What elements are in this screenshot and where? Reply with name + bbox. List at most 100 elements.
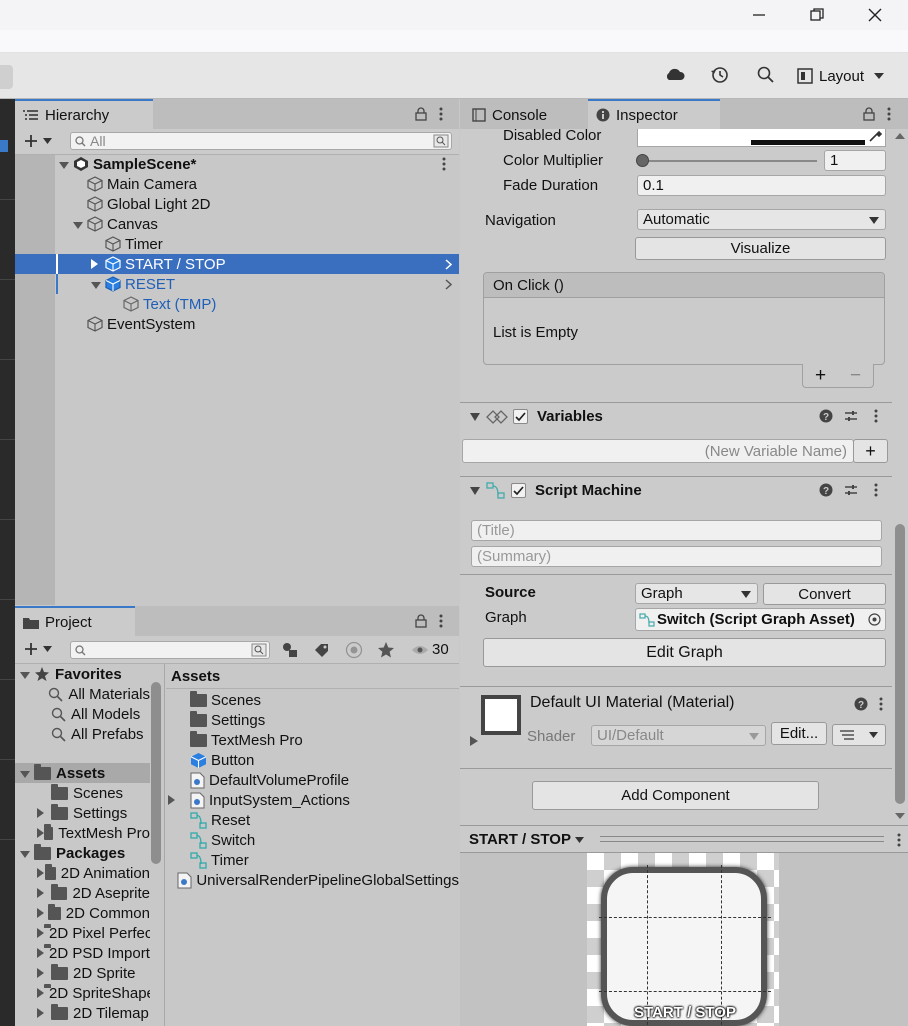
project-tree-item[interactable]: All Models	[15, 704, 150, 724]
expand-arrow-icon[interactable]	[37, 825, 44, 842]
add-component-button[interactable]: Add Component	[532, 781, 819, 810]
script-machine-component-header[interactable]: Script Machine ?	[460, 476, 892, 504]
project-tree-item[interactable]: TextMesh Pro	[15, 823, 150, 843]
project-tree-item[interactable]: 2D Pixel Perfect	[15, 923, 150, 943]
hierarchy-scene-row[interactable]: SampleScene*	[15, 154, 459, 174]
expand-arrow-icon[interactable]	[37, 1005, 51, 1022]
expand-arrow-icon[interactable]	[37, 945, 44, 962]
project-tree-item[interactable]: All Prefabs	[15, 724, 150, 744]
shader-dropdown[interactable]: UI/Default	[591, 725, 766, 746]
project-tree-item[interactable]: 2D Tilemap	[15, 1003, 150, 1023]
open-prefab-chevron-icon[interactable]	[445, 259, 452, 270]
create-dropdown[interactable]	[23, 641, 52, 657]
graph-object-field[interactable]: Switch (Script Graph Asset)	[635, 608, 886, 631]
lock-icon[interactable]	[863, 107, 875, 121]
edit-graph-button[interactable]: Edit Graph	[483, 638, 886, 667]
script-machine-enabled-checkbox[interactable]	[511, 483, 526, 498]
filter-by-type-icon[interactable]	[281, 642, 299, 658]
expand-arrow-icon[interactable]	[37, 805, 51, 822]
project-tree-item[interactable]: All Materials	[15, 684, 150, 704]
hierarchy-row[interactable]: START / STOP	[15, 254, 459, 274]
convert-button[interactable]: Convert	[763, 583, 886, 605]
navigation-dropdown[interactable]: Automatic	[637, 209, 886, 230]
kebab-menu-icon[interactable]	[897, 833, 901, 847]
project-tree-item[interactable]: Assets	[15, 763, 150, 783]
add-variable-button[interactable]: +	[853, 439, 888, 463]
toolbar-left-tab[interactable]	[0, 65, 13, 89]
project-asset-item[interactable]: Settings	[166, 710, 459, 730]
search-scope-icon[interactable]	[345, 641, 363, 659]
hierarchy-row[interactable]: Global Light 2D	[15, 194, 459, 214]
hierarchy-search-input[interactable]: All	[70, 132, 452, 150]
layout-dropdown[interactable]: Layout	[797, 64, 897, 88]
collapse-arrow-icon[interactable]	[20, 666, 34, 683]
help-icon[interactable]: ?	[819, 483, 833, 497]
kebab-menu-icon[interactable]	[879, 697, 883, 711]
color-multiplier-slider-thumb[interactable]	[636, 154, 649, 167]
color-multiplier-input[interactable]: 1	[824, 150, 886, 171]
hidden-packages-toggle[interactable]: 30	[411, 641, 449, 658]
project-tree-item[interactable]: 2D PSD Importer	[15, 943, 150, 963]
tab-project[interactable]: Project	[15, 606, 135, 636]
collapse-arrow-icon[interactable]	[20, 765, 34, 782]
kebab-menu-icon[interactable]	[439, 107, 443, 121]
restore-icon[interactable]	[808, 6, 826, 24]
expand-arrow-icon[interactable]	[37, 885, 51, 902]
project-asset-item[interactable]: Scenes	[166, 690, 459, 710]
source-dropdown[interactable]: Graph	[635, 583, 758, 604]
project-tree-item[interactable]: 2D Animation	[15, 863, 150, 883]
lock-icon[interactable]	[415, 614, 427, 628]
project-search-input[interactable]	[70, 641, 270, 659]
tab-inspector[interactable]: Inspector	[588, 99, 720, 129]
history-icon[interactable]	[710, 65, 730, 85]
project-asset-item[interactable]: Button	[166, 750, 459, 770]
project-asset-item[interactable]: UniversalRenderPipelineGlobalSettings	[166, 870, 459, 890]
graph-summary-input[interactable]: (Summary)	[471, 546, 882, 567]
collapse-arrow-icon[interactable]	[73, 216, 87, 233]
preview-target-dropdown[interactable]: START / STOP	[469, 831, 584, 848]
add-event-button[interactable]: +	[815, 365, 826, 387]
scroll-down-icon[interactable]	[895, 813, 905, 819]
search-icon[interactable]	[756, 65, 776, 85]
new-variable-name-input[interactable]: (New Variable Name)	[462, 439, 854, 463]
filter-by-label-icon[interactable]	[313, 642, 331, 658]
help-icon[interactable]: ?	[819, 409, 833, 423]
project-tree-item[interactable]: 2D Sprite	[15, 963, 150, 983]
presets-icon[interactable]	[844, 483, 858, 497]
project-tree-item[interactable]: 2D Aseprite	[15, 883, 150, 903]
lock-icon[interactable]	[415, 107, 427, 121]
kebab-menu-icon[interactable]	[874, 483, 878, 497]
object-picker-icon[interactable]	[868, 613, 881, 626]
scroll-up-icon[interactable]	[895, 133, 905, 139]
project-tree-item[interactable]: 2D SpriteShape	[15, 983, 150, 1003]
collapse-arrow-icon[interactable]	[20, 845, 34, 862]
hierarchy-row[interactable]: Main Camera	[15, 174, 459, 194]
edit-shader-button[interactable]: Edit...	[771, 722, 827, 745]
expand-arrow-icon[interactable]	[168, 792, 190, 809]
presets-icon[interactable]	[844, 409, 858, 423]
eyedropper-icon[interactable]	[867, 128, 883, 144]
search-filter-icon[interactable]	[433, 134, 449, 148]
tab-console[interactable]: Console	[464, 100, 555, 130]
project-asset-item[interactable]: Reset	[166, 810, 459, 830]
hierarchy-row[interactable]: EventSystem	[15, 314, 459, 334]
variables-component-header[interactable]: Variables ?	[460, 402, 892, 430]
visualize-button[interactable]: Visualize	[635, 237, 886, 260]
expand-arrow-icon[interactable]	[37, 925, 44, 942]
remove-event-button[interactable]: −	[850, 365, 861, 387]
project-tree-scrollbar[interactable]	[151, 682, 161, 864]
shader-options-dropdown[interactable]	[832, 724, 886, 746]
expand-arrow-icon[interactable]	[37, 985, 44, 1002]
color-multiplier-slider-track[interactable]	[641, 160, 817, 162]
project-tree-item[interactable]: 2D Common	[15, 903, 150, 923]
project-asset-item[interactable]: InputSystem_Actions	[166, 790, 459, 810]
expand-arrow-icon[interactable]	[91, 256, 105, 273]
project-tree-item[interactable]: Packages	[15, 843, 150, 863]
hierarchy-row[interactable]: Text (TMP)	[15, 294, 459, 314]
project-asset-item[interactable]: Timer	[166, 850, 459, 870]
inspector-scroll-thumb[interactable]	[895, 524, 905, 804]
help-icon[interactable]: ?	[854, 697, 868, 711]
kebab-menu-icon[interactable]	[874, 409, 878, 423]
project-asset-item[interactable]: DefaultVolumeProfile	[166, 770, 459, 790]
create-dropdown[interactable]	[23, 133, 52, 149]
